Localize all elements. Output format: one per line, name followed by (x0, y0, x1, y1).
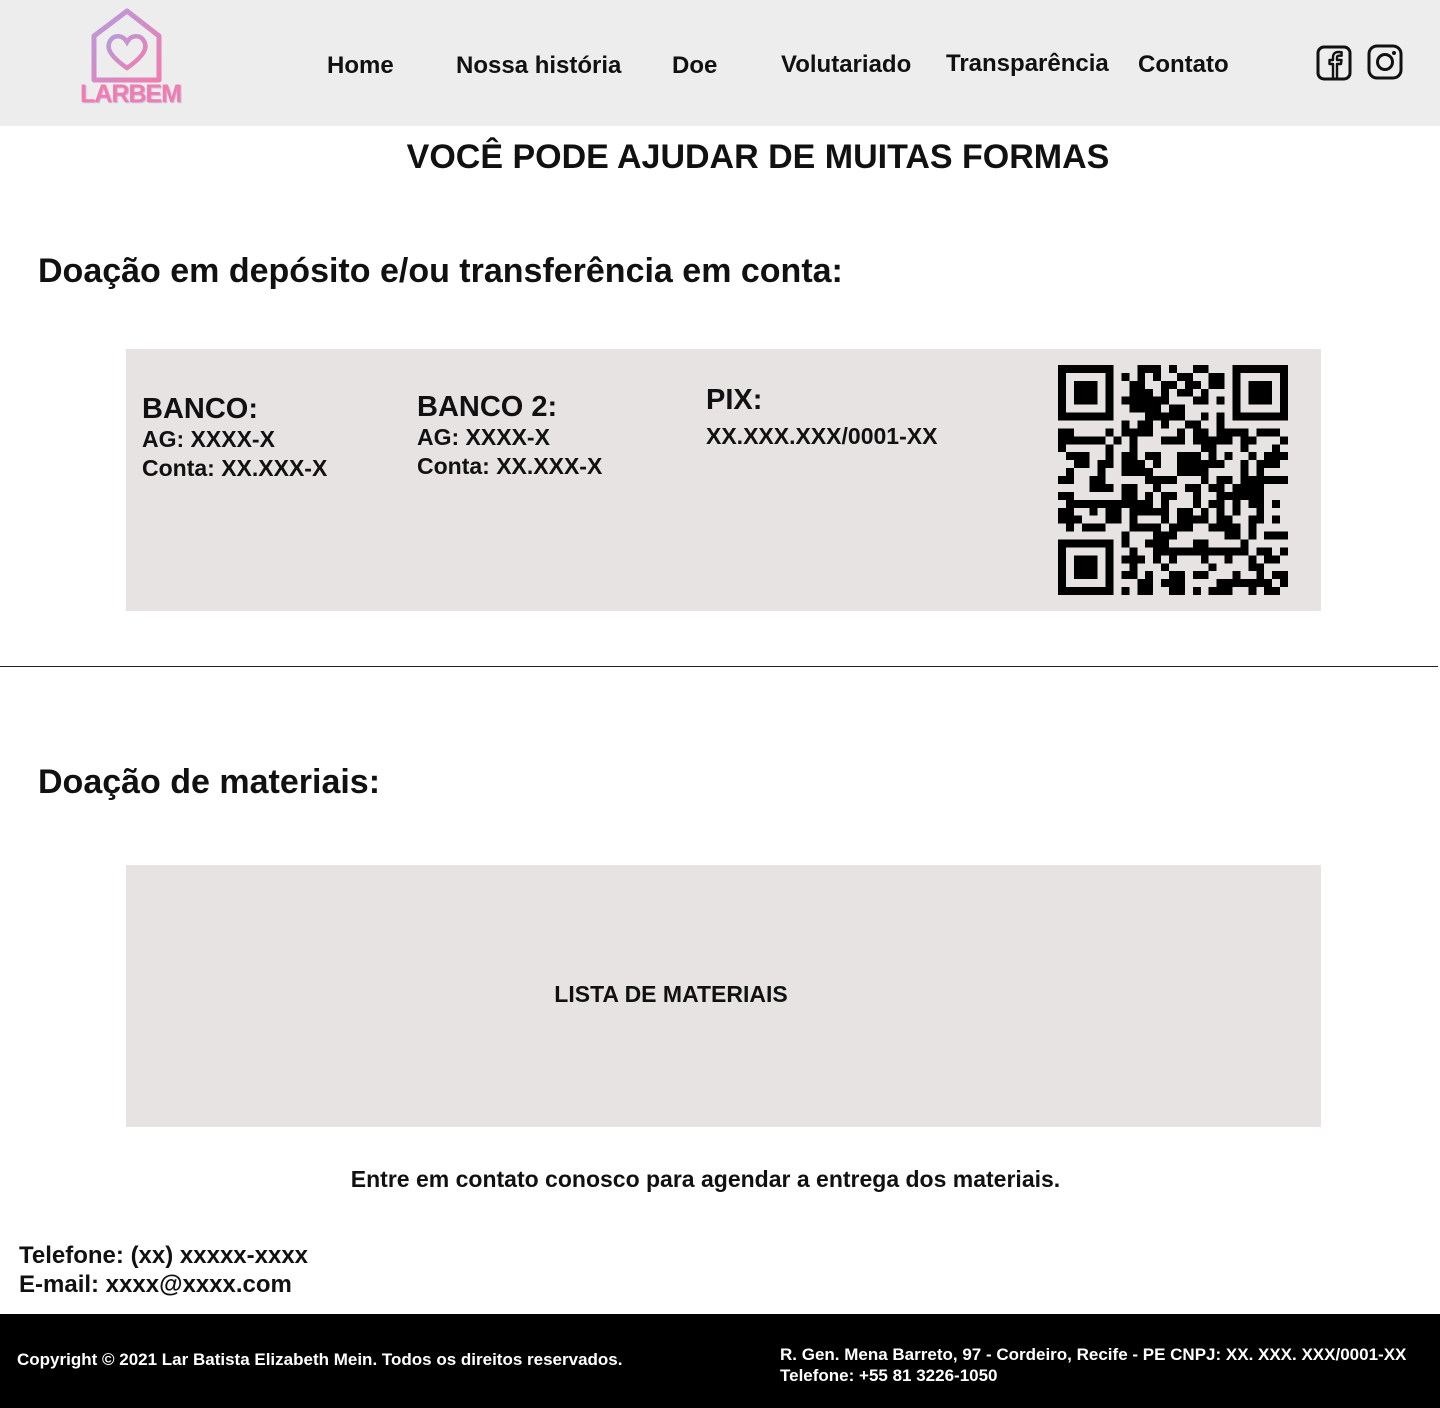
page-title: VOCÊ PODE AJUDAR DE MUITAS FORMAS (406, 138, 1110, 176)
nav-transparencia[interactable]: Transparência (946, 50, 1109, 78)
bank-2-title: BANCO 2: (417, 391, 558, 423)
footer-address-block: R. Gen. Mena Barreto, 97 - Cordeiro, Rec… (780, 1344, 1406, 1386)
nav-doe[interactable]: Doe (672, 52, 717, 80)
bank-1-agency: AG: XXXX-X (142, 426, 275, 452)
bank-info-card: BANCO: AG: XXXX-X Conta: XX.XXX-X BANCO … (126, 349, 1321, 611)
deposit-section-title: Doação em depósito e/ou transferência em… (38, 252, 843, 290)
bank-2-account: Conta: XX.XXX-X (417, 453, 603, 479)
site-header: LARBEM Home Nossa história Doe Volutaria… (0, 0, 1440, 126)
facebook-icon[interactable] (1316, 45, 1352, 81)
bank-2-agency: AG: XXXX-X (417, 424, 550, 450)
nav-home[interactable]: Home (327, 52, 394, 80)
nav-voluntariado[interactable]: Volutariado (781, 51, 911, 79)
contact-phone: Telefone: (xx) xxxxx-xxxx (19, 1242, 309, 1269)
instagram-icon[interactable] (1367, 44, 1403, 80)
materials-list-label: LISTA DE MATERIAIS (554, 981, 788, 1007)
bank-1: BANCO: AG: XXXX-X Conta: XX.XXX-X (142, 393, 327, 483)
pix-info: PIX: XX.XXX.XXX/0001-XX (706, 384, 937, 451)
bank-1-account: Conta: XX.XXX-X (142, 455, 328, 481)
materials-section-title: Doação de materiais: (38, 763, 381, 801)
section-divider (0, 666, 1438, 667)
bank-2: BANCO 2: AG: XXXX-X Conta: XX.XXX-X (417, 391, 602, 481)
nav-contato[interactable]: Contato (1138, 51, 1229, 79)
footer-phone: Telefone: +55 81 3226-1050 (780, 1366, 998, 1385)
logo-text: LARBEM (80, 80, 182, 108)
footer-address: R. Gen. Mena Barreto, 97 - Cordeiro, Rec… (780, 1345, 1407, 1364)
larbem-logo[interactable]: LARBEM (80, 8, 182, 112)
pix-qr-code (1058, 365, 1288, 595)
nav-nossa-historia[interactable]: Nossa história (456, 52, 621, 80)
house-heart-icon (91, 8, 162, 83)
materials-list-card: LISTA DE MATERIAIS (126, 865, 1321, 1127)
pix-title: PIX: (706, 384, 763, 416)
footer-copyright: Copyright © 2021 Lar Batista Elizabeth M… (17, 1350, 623, 1369)
contact-note: Entre em contato conosco para agendar a … (350, 1166, 1061, 1192)
pix-key[interactable]: XX.XXX.XXX/0001-XX (706, 422, 937, 451)
contact-email[interactable]: E-mail: xxxx@xxxx.com (19, 1271, 292, 1299)
bank-1-title: BANCO: (142, 393, 258, 425)
site-footer: Copyright © 2021 Lar Batista Elizabeth M… (0, 1314, 1440, 1408)
